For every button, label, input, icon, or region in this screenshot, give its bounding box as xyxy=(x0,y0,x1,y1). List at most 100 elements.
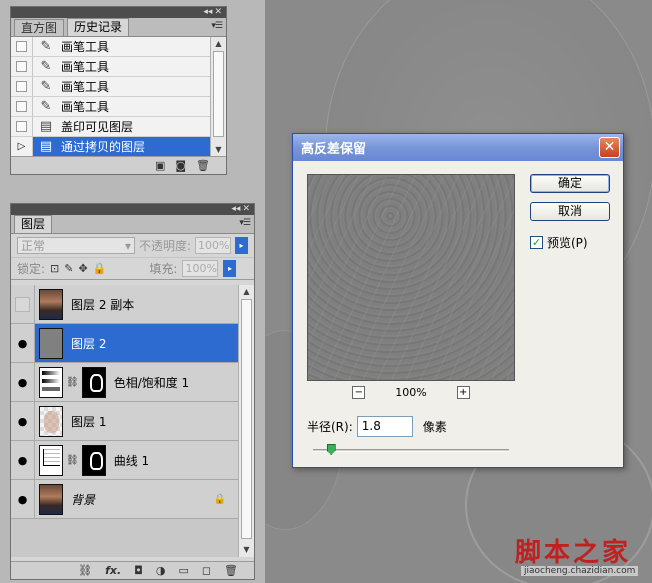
history-item-label: 通过拷贝的图层 xyxy=(61,140,146,154)
layer-name: 图层 1 xyxy=(71,414,107,429)
preview-label: 预览(P) xyxy=(547,236,588,250)
camera-icon[interactable]: ◙ xyxy=(175,159,186,172)
layer-row[interactable]: ● 图层 1 xyxy=(11,402,240,441)
close-button[interactable]: ✕ xyxy=(599,137,620,158)
eye-icon[interactable]: ● xyxy=(11,480,35,518)
layer-row[interactable]: ● ⛓ 色相/饱和度 1 xyxy=(11,363,240,402)
folder-icon[interactable]: ▭ xyxy=(178,564,188,577)
panel-menu-icon[interactable]: ▾☰ xyxy=(211,21,223,31)
collapse-icon[interactable]: ◂◂ xyxy=(231,205,240,214)
history-item[interactable]: ✎ 画笔工具 xyxy=(11,37,210,57)
eye-icon[interactable]: ● xyxy=(11,402,35,440)
eye-icon[interactable]: ● xyxy=(11,363,35,401)
eye-icon[interactable]: ● xyxy=(11,441,35,479)
history-item-label: 画笔工具 xyxy=(61,60,110,74)
fill-field[interactable]: 100% xyxy=(182,260,219,277)
filter-preview[interactable] xyxy=(307,174,515,381)
layer-row-selected[interactable]: ● 图层 2 xyxy=(11,324,240,363)
layer-row[interactable]: ● ⛓ 曲线 1 xyxy=(11,441,240,480)
close-icon[interactable]: ✕ xyxy=(242,205,250,214)
history-item[interactable]: ✎ 画笔工具 xyxy=(11,57,210,77)
lock-position-icon[interactable]: ✥ xyxy=(78,262,87,275)
layer-name: 图层 2 副本 xyxy=(71,297,135,312)
layers-footer: ⛓ fx. ◘ ◑ ▭ ◻ 🗑 xyxy=(11,561,254,579)
layer-row[interactable]: ● 背景 🔒 xyxy=(11,480,240,519)
scroll-up-icon[interactable]: ▲ xyxy=(211,37,226,51)
lock-pixels-icon[interactable]: ✎ xyxy=(64,262,73,275)
preview-option[interactable]: ✓ 预览(P) xyxy=(530,234,588,251)
visibility-toggle[interactable] xyxy=(11,285,35,323)
ok-button[interactable]: 确定 xyxy=(530,174,610,193)
tab-layers[interactable]: 图层 xyxy=(14,215,53,233)
curves-thumbnail xyxy=(39,444,63,476)
scroll-thumb[interactable] xyxy=(213,51,224,137)
close-icon[interactable]: ✕ xyxy=(214,8,222,17)
mask-thumbnail[interactable] xyxy=(81,444,106,476)
scroll-up-icon[interactable]: ▲ xyxy=(239,285,254,299)
history-item-selected[interactable]: ▷ ▤ 通过拷贝的图层 xyxy=(11,137,210,157)
snapshot-checkbox[interactable] xyxy=(16,41,27,52)
snapshot-checkbox[interactable] xyxy=(16,121,27,132)
snapshot-checkbox[interactable] xyxy=(16,81,27,92)
document-icon: ▤ xyxy=(39,139,53,154)
snapshot-checkbox[interactable] xyxy=(16,101,27,112)
brush-icon: ✎ xyxy=(40,39,52,54)
preview-checkbox[interactable]: ✓ xyxy=(530,236,543,249)
lock-all-icon[interactable]: 🔒 xyxy=(93,262,107,275)
trash-icon[interactable]: 🗑 xyxy=(224,564,238,577)
radius-input[interactable]: 1.8 xyxy=(356,416,413,437)
zoom-row: − 100% + xyxy=(307,386,515,399)
panel-menu-icon[interactable]: ▾☰ xyxy=(239,218,251,228)
mask-thumbnail[interactable] xyxy=(81,366,106,398)
lock-transparency-icon[interactable]: ⊡ xyxy=(50,262,59,275)
link-icon[interactable]: ⛓ xyxy=(78,564,92,577)
tab-histogram[interactable]: 直方图 xyxy=(14,19,65,36)
eye-icon[interactable]: ● xyxy=(11,324,35,362)
history-panel: ◂◂ ✕ 直方图 历史记录 ▾☰ ✎ 画笔工具 ✎ 画笔工具 ✎ 画笔工具 ✎ … xyxy=(10,6,227,175)
mask-icon[interactable]: ◘ xyxy=(134,564,143,577)
radius-slider[interactable] xyxy=(313,444,509,455)
collapse-icon[interactable]: ◂◂ xyxy=(203,8,212,17)
document-icon: ▤ xyxy=(39,119,53,134)
history-item[interactable]: ▤ 盖印可见图层 xyxy=(11,117,210,137)
history-item-label: 画笔工具 xyxy=(61,100,110,114)
chain-link-icon[interactable]: ⛓ xyxy=(66,377,79,388)
layer-name: 曲线 1 xyxy=(113,453,150,468)
zoom-out-button[interactable]: − xyxy=(352,386,366,399)
blend-mode-select[interactable]: 正常 ▾ xyxy=(17,237,135,254)
history-list: ✎ 画笔工具 ✎ 画笔工具 ✎ 画笔工具 ✎ 画笔工具 ▤ 盖印可见图层 ▷ ▤… xyxy=(11,37,210,157)
new-document-icon[interactable]: ▣ xyxy=(155,159,165,172)
dialog-titlebar[interactable]: 高反差保留 ✕ xyxy=(293,134,623,161)
chain-link-icon[interactable]: ⛓ xyxy=(66,455,79,466)
history-item-label: 盖印可见图层 xyxy=(61,120,134,134)
layer-name: 图层 2 xyxy=(71,336,107,351)
radius-unit: 像素 xyxy=(422,420,447,434)
scroll-thumb[interactable] xyxy=(241,299,252,539)
scroll-down-icon[interactable]: ▼ xyxy=(239,543,254,557)
snapshot-checkbox[interactable] xyxy=(16,61,27,72)
chevron-down-icon: ▾ xyxy=(124,238,131,253)
layer-thumbnail xyxy=(39,327,63,359)
scroll-down-icon[interactable]: ▼ xyxy=(211,143,226,157)
opacity-slider-button[interactable]: ▸ xyxy=(235,237,248,254)
layer-thumbnail xyxy=(39,405,63,437)
zoom-in-button[interactable]: + xyxy=(456,386,470,399)
trash-icon[interactable]: 🗑 xyxy=(196,159,210,172)
close-icon: ✕ xyxy=(603,139,616,155)
cancel-button[interactable]: 取消 xyxy=(530,202,610,221)
opacity-field[interactable]: 100% xyxy=(195,237,231,254)
fill-slider-button[interactable]: ▸ xyxy=(223,260,237,277)
history-footer: ▣ ◙ 🗑 xyxy=(11,156,226,174)
layer-row[interactable]: 图层 2 副本 xyxy=(11,285,240,324)
tab-history[interactable]: 历史记录 xyxy=(67,18,130,36)
slider-knob[interactable] xyxy=(326,444,336,455)
history-item[interactable]: ✎ 画笔工具 xyxy=(11,97,210,117)
new-layer-icon[interactable]: ◻ xyxy=(202,564,211,577)
history-state-arrow-icon: ▷ xyxy=(17,141,26,152)
history-scrollbar[interactable]: ▲ ▼ xyxy=(210,37,226,157)
history-item[interactable]: ✎ 画笔工具 xyxy=(11,77,210,97)
fx-icon[interactable]: fx. xyxy=(105,564,121,577)
layers-scrollbar[interactable]: ▲ ▼ xyxy=(238,285,254,557)
adjustment-icon[interactable]: ◑ xyxy=(156,564,166,577)
radius-row: 半径(R): 1.8 像素 xyxy=(307,416,447,437)
